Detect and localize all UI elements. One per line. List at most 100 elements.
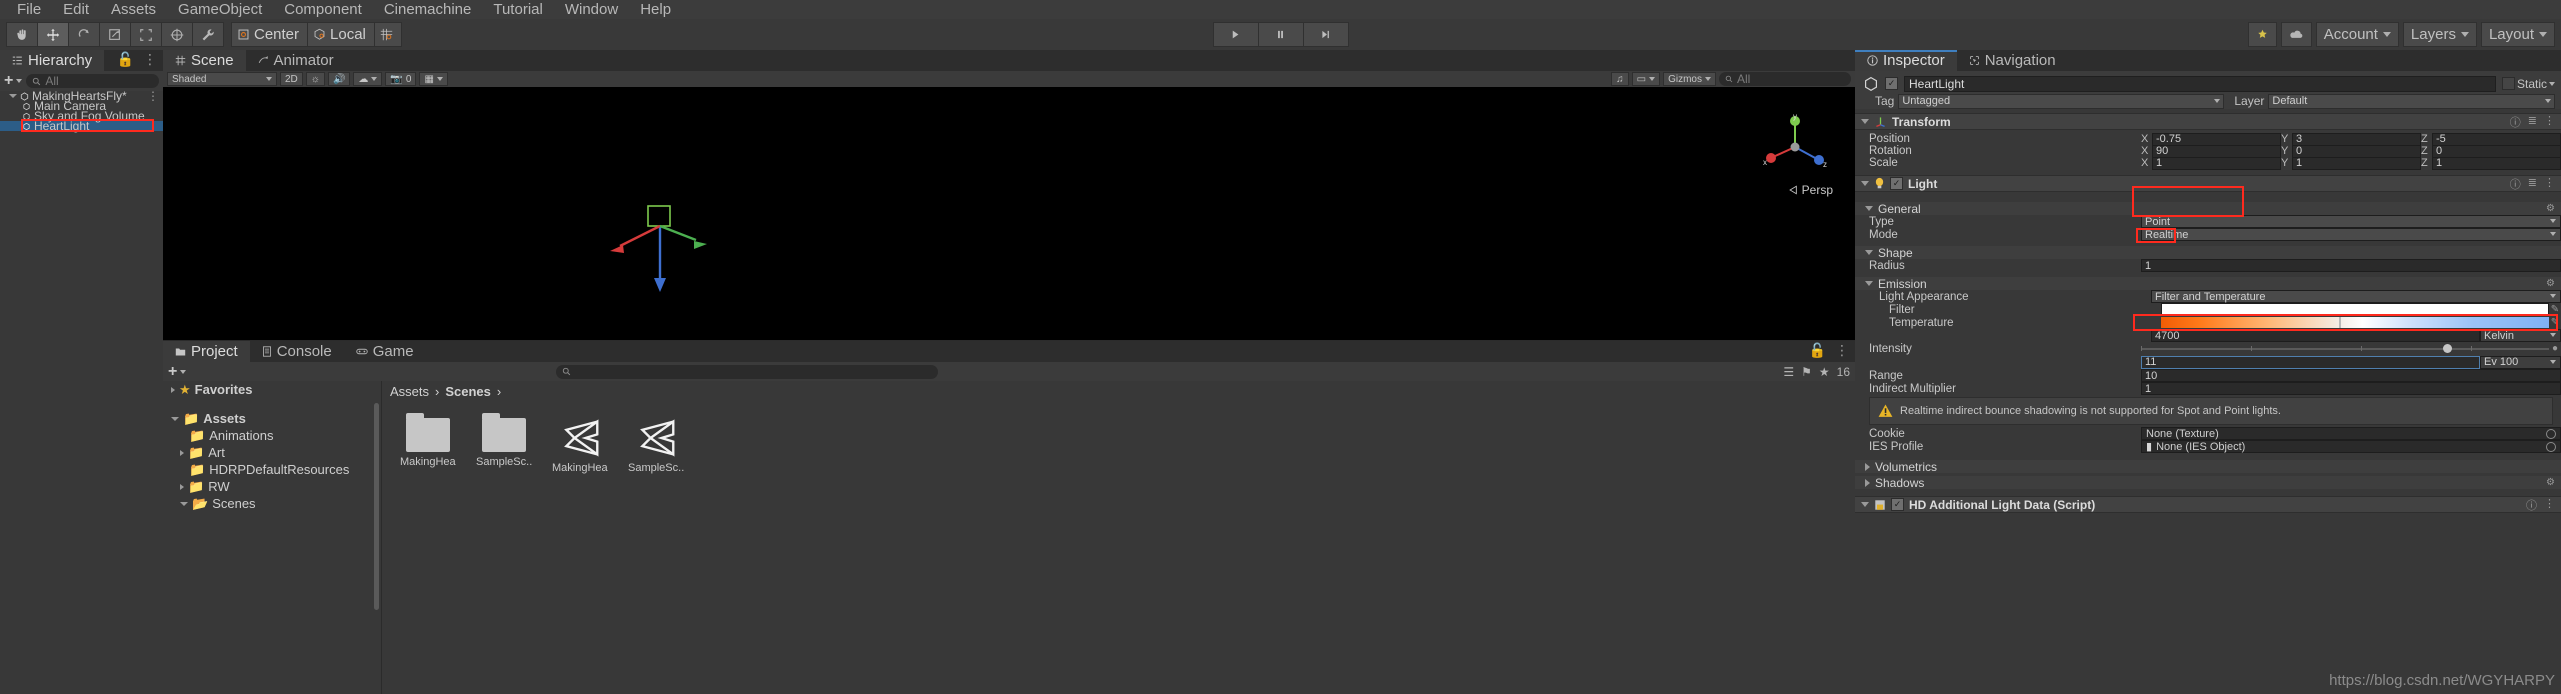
eyedropper-icon[interactable]: ✎	[2549, 304, 2561, 315]
light-type-dropdown[interactable]: Point	[2141, 215, 2561, 228]
menu-item-component[interactable]: Component	[273, 0, 373, 19]
menu-dots-icon[interactable]: ⋮	[143, 51, 157, 68]
menu-item-file[interactable]: File	[6, 0, 52, 19]
light-appearance-dropdown[interactable]: Filter and Temperature	[2151, 290, 2561, 303]
menu-item-tutorial[interactable]: Tutorial	[482, 0, 553, 19]
project-tree-assets[interactable]: 📁 Assets	[163, 410, 381, 427]
cloud-icon[interactable]	[2280, 22, 2312, 47]
scale-z-input[interactable]: 1	[2432, 156, 2561, 170]
gizmos-dropdown[interactable]: Gizmos	[1663, 72, 1716, 86]
scale-y-input[interactable]: 1	[2292, 156, 2421, 170]
menu-item-window[interactable]: Window	[554, 0, 629, 19]
scale-tool-icon[interactable]	[99, 22, 130, 47]
tab-hierarchy[interactable]: Hierarchy	[0, 50, 105, 71]
preset-icon[interactable]: ≣	[2528, 176, 2537, 192]
project-add-button[interactable]: +	[168, 363, 187, 380]
scene-axis-gizmo[interactable]: y x z	[1759, 113, 1831, 183]
hd-light-data-checkbox[interactable]: ✓	[1891, 498, 1904, 511]
light-range-input[interactable]: 10	[2141, 369, 2561, 382]
gear-icon[interactable]: ⚙	[2546, 203, 2555, 214]
section-header-general[interactable]: General ⚙	[1855, 202, 2561, 216]
menu-dots-icon[interactable]: ⋮	[2544, 497, 2555, 513]
play-button[interactable]	[1212, 22, 1258, 47]
menu-dots-icon[interactable]: ⋮	[2544, 176, 2555, 192]
breadcrumb-assets[interactable]: Assets	[390, 384, 429, 399]
menu-dots-icon[interactable]: ⋮	[2544, 114, 2555, 130]
project-tree-rw[interactable]: 📁 RW	[163, 478, 381, 495]
tab-navigation[interactable]: Navigation	[1956, 50, 2068, 71]
section-header-shadows[interactable]: Shadows ⚙	[1855, 476, 2561, 490]
scene-lighting-icon[interactable]: ☼	[305, 72, 325, 86]
help-icon[interactable]: ⓘ	[2510, 114, 2521, 130]
help-icon[interactable]: ⓘ	[2510, 176, 2521, 192]
light-filter-color-swatch[interactable]	[2161, 303, 2549, 316]
asset-item[interactable]: MakingHea...	[400, 413, 456, 474]
light-mode-dropdown[interactable]: Realtime	[2141, 228, 2561, 241]
tab-console[interactable]: Console	[249, 341, 344, 362]
light-intensity-unit-dropdown[interactable]: Ev 100	[2480, 355, 2561, 369]
hand-tool-icon[interactable]	[6, 22, 37, 47]
scene-fx-dropdown[interactable]: ☁	[353, 72, 383, 86]
menu-item-assets[interactable]: Assets	[100, 0, 167, 19]
lock-icon[interactable]: 🔓	[117, 51, 134, 68]
section-header-volumetrics[interactable]: Volumetrics	[1855, 460, 2561, 474]
scene-camera-count[interactable]: 📷 0	[385, 72, 417, 86]
project-star-icon[interactable]: ★	[1819, 365, 1830, 379]
menu-item-gameobject[interactable]: GameObject	[167, 0, 273, 19]
light-temperature-unit-dropdown[interactable]: Kelvin	[2480, 329, 2561, 342]
project-tree-art[interactable]: 📁 Art	[163, 444, 381, 461]
tab-game[interactable]: Game	[343, 341, 426, 362]
rect-tool-icon[interactable]	[130, 22, 161, 47]
toggle-2d-button[interactable]: 2D	[280, 72, 303, 86]
project-search-input[interactable]	[556, 364, 939, 379]
intensity-picker-icon[interactable]: ●	[2549, 343, 2561, 354]
tab-scene[interactable]: Scene	[163, 50, 246, 71]
scene-cameras-icon[interactable]: ▭	[1631, 72, 1661, 86]
object-name-field[interactable]: HeartLight	[1904, 75, 2496, 92]
preset-icon[interactable]: ≣	[2528, 114, 2537, 130]
move-tool-icon[interactable]	[37, 22, 68, 47]
tab-inspector[interactable]: Inspector	[1855, 50, 1957, 71]
custom-tool-icon[interactable]	[192, 22, 224, 47]
breadcrumb-scenes[interactable]: Scenes	[445, 384, 491, 399]
hierarchy-add-button[interactable]: +	[4, 73, 23, 89]
shading-mode-dropdown[interactable]: Shaded	[167, 72, 277, 86]
light-indirect-input[interactable]: 1	[2141, 382, 2561, 395]
scene-viewport[interactable]: y x z Persp	[163, 87, 1855, 340]
tab-project[interactable]: Project	[163, 341, 250, 362]
hierarchy-search-input[interactable]: All	[26, 74, 159, 88]
tab-animator[interactable]: Animator	[245, 50, 346, 71]
component-header-light[interactable]: ✓ Light ⓘ ≣ ⋮	[1855, 175, 2561, 192]
layers-button[interactable]: Layers	[2402, 22, 2477, 47]
project-tree-favorites[interactable]: ★ Favorites	[163, 381, 381, 398]
section-header-shape[interactable]: Shape	[1855, 246, 2561, 260]
light-temperature-input[interactable]: 4700	[2151, 329, 2480, 342]
light-intensity-slider[interactable]	[2141, 343, 2549, 354]
layer-dropdown[interactable]: Default	[2268, 93, 2555, 109]
section-header-emission[interactable]: Emission ⚙	[1855, 277, 2561, 291]
asset-item[interactable]: MakingHea...	[552, 418, 608, 474]
account-button[interactable]: Account	[2315, 22, 2399, 47]
scene-move-gizmo[interactable]	[608, 182, 713, 297]
lock-icon[interactable]: 🔓	[1809, 342, 1826, 359]
scene-projection-label[interactable]: Persp	[1788, 183, 1833, 197]
component-header-hd-light-data[interactable]: ✓ HD Additional Light Data (Script) ⓘ ⋮	[1855, 496, 2561, 513]
project-label-icon[interactable]: ⚑	[1801, 365, 1812, 379]
scene-audio-listener-icon[interactable]: ♫	[1611, 72, 1629, 86]
gear-icon[interactable]: ⚙	[2546, 477, 2555, 488]
scene-audio-icon[interactable]: 🔊	[327, 72, 351, 86]
hierarchy-row-menu-icon[interactable]: ⋮	[147, 89, 163, 103]
rotate-tool-icon[interactable]	[68, 22, 99, 47]
pivot-space-button[interactable]: Local	[307, 22, 374, 47]
step-button[interactable]	[1302, 22, 1349, 47]
tag-dropdown[interactable]: Untagged	[1898, 93, 2225, 109]
light-cookie-field[interactable]: None (Texture)	[2141, 427, 2561, 440]
gear-icon[interactable]: ⚙	[2546, 278, 2555, 289]
project-tree-hdrpdefaultresources[interactable]: 📁 HDRPDefaultResources	[163, 461, 381, 478]
collab-icon[interactable]	[2247, 22, 2277, 47]
component-header-transform[interactable]: Transform ⓘ ≣ ⋮	[1855, 113, 2561, 130]
light-intensity-input[interactable]: 11	[2141, 355, 2480, 369]
help-icon[interactable]: ⓘ	[2526, 497, 2537, 513]
static-toggle[interactable]: Static	[2501, 77, 2555, 91]
light-temperature-gradient[interactable]	[2161, 317, 2549, 328]
